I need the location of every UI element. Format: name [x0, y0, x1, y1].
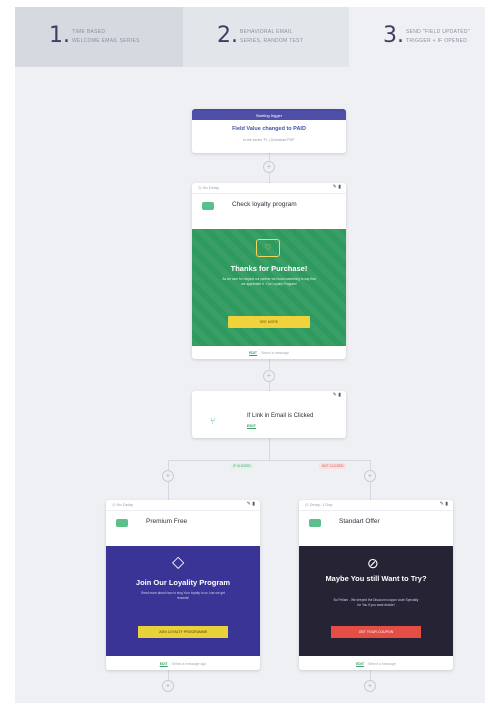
email-icon: [116, 519, 128, 527]
condition-card[interactable]: ✎ ▮ ⑂ If Link in Email is Clicked EDIT: [192, 391, 346, 438]
heart-chat-icon: ♡: [256, 239, 280, 257]
email-header: Premium Free: [106, 510, 260, 536]
email-preview: ◇ Join Our Loyality Program Read more ab…: [106, 546, 260, 656]
card-tools: ✎ ▮: [333, 392, 341, 398]
preview-body: As we care for respect our partner we fo…: [222, 277, 316, 286]
email-card-check-loyalty[interactable]: ◷ No Delay ✎ ▮ Check loyalty program ♡ T…: [192, 183, 346, 359]
starting-trigger-card[interactable]: Starting trigger Field Value changed to …: [192, 109, 346, 153]
step-subtitle: TRIGGER + IF OPENED: [406, 38, 468, 44]
connector-line: [269, 438, 270, 460]
delay-label: ◷ Delay: 1 Day: [305, 502, 333, 507]
preview-button: JOIN LOYALTY PROGRAMME: [138, 626, 228, 638]
trigger-header: Starting trigger: [192, 111, 346, 120]
add-step-button[interactable]: +: [263, 370, 275, 382]
add-step-button[interactable]: +: [162, 680, 174, 692]
step-1[interactable]: 1. TIME BASED WELCOME EMAIL SERIES: [15, 7, 183, 67]
email-preview: ⊘ Maybe You still Want to Try? Bo Pellam…: [299, 546, 453, 656]
email-icon: [309, 519, 321, 527]
branch-no-label: NOT CLICKED: [319, 463, 347, 469]
email-name: Check loyalty program: [232, 201, 297, 208]
step-title: TIME BASED: [72, 29, 106, 35]
edit-icon[interactable]: ✎: [247, 501, 251, 507]
clock-icon: ◷: [112, 502, 116, 507]
edit-link[interactable]: EDIT: [160, 662, 168, 666]
add-step-button[interactable]: +: [364, 470, 376, 482]
email-footer: EDIT Select a message ago: [106, 658, 260, 670]
edit-link[interactable]: EDIT: [247, 423, 256, 428]
split-icon: ⑂: [210, 416, 216, 426]
card-tools: ✎ ▮: [333, 184, 341, 190]
email-icon: [202, 202, 214, 210]
diamond-icon: ◇: [172, 554, 185, 571]
delay-label: ◷ No Delay: [198, 185, 220, 190]
coupon-tag-icon: ⊘: [367, 555, 379, 571]
step-number: 1.: [49, 23, 70, 48]
edit-icon[interactable]: ✎: [333, 184, 337, 190]
edit-link[interactable]: EDIT: [249, 351, 257, 355]
add-step-button[interactable]: +: [263, 161, 275, 173]
add-step-button[interactable]: +: [364, 680, 376, 692]
clock-icon: ◷: [198, 185, 202, 190]
card-tools: ✎ ▮: [440, 501, 448, 507]
edit-link[interactable]: EDIT: [356, 662, 364, 666]
step-number: 2.: [217, 23, 238, 48]
card-tools: ✎ ▮: [247, 501, 255, 507]
branch-line: [168, 460, 370, 461]
add-step-button[interactable]: +: [162, 470, 174, 482]
preview-body: Bo Pellam - We keeped the Discount coupo…: [333, 598, 419, 607]
preview-title: Join Our Loyality Program: [135, 578, 231, 587]
condition-toolbar: ✎ ▮: [192, 391, 346, 401]
email-footer: EDIT Select a message: [192, 347, 346, 359]
email-name: Premium Free: [146, 518, 188, 525]
email-card-standart-offer[interactable]: ◷ Delay: 1 Day ✎ ▮ Standart Offer ⊘ Mayb…: [299, 500, 453, 670]
clock-icon: ◷: [305, 502, 309, 507]
automation-canvas: 1. TIME BASED WELCOME EMAIL SERIES 2. BE…: [15, 7, 485, 703]
step-2[interactable]: 2. BEHAVIORAL EMAIL SERIES, RANDOM TEST: [183, 7, 349, 67]
condition-text: If Link in Email is Clicked: [247, 413, 314, 419]
email-card-premium-free[interactable]: ◷ No Delay ✎ ▮ Premium Free ◇ Join Our L…: [106, 500, 260, 670]
footer-text: Select a message: [261, 351, 289, 355]
preview-title: Thanks for Purchase!: [230, 264, 308, 273]
step-subtitle: WELCOME EMAIL SERIES: [72, 38, 140, 44]
step-number: 3.: [383, 23, 404, 48]
delete-icon[interactable]: ▮: [252, 501, 255, 507]
email-header: Check loyalty program: [192, 193, 346, 219]
email-preview: ♡ Thanks for Purchase! As we care for re…: [192, 229, 346, 346]
edit-icon[interactable]: ✎: [333, 392, 337, 398]
step-3[interactable]: 3. SEND "FIELD UPDATED" TRIGGER + IF OPE…: [349, 7, 485, 67]
step-title: SEND "FIELD UPDATED": [406, 29, 470, 35]
delete-icon[interactable]: ▮: [338, 392, 341, 398]
step-title: BEHAVIORAL EMAIL: [240, 29, 293, 35]
trigger-title: Field Value changed to PAID: [232, 126, 306, 132]
preview-body: Read more about how to sing Your loyalty…: [141, 591, 225, 600]
delete-icon[interactable]: ▮: [338, 184, 341, 190]
preview-button: GET YOUR COUPON: [331, 626, 421, 638]
email-header: Standart Offer: [299, 510, 453, 536]
steps-header: 1. TIME BASED WELCOME EMAIL SERIES 2. BE…: [15, 7, 485, 67]
email-footer: EDIT Select a message: [299, 658, 453, 670]
trigger-subtitle: In the series 'F1 | Download PDF': [243, 138, 295, 142]
email-name: Standart Offer: [339, 518, 380, 525]
branch-yes-label: IF CLICKED: [230, 463, 254, 469]
edit-icon[interactable]: ✎: [440, 501, 444, 507]
footer-text: Select a message: [368, 662, 396, 666]
preview-button: SEE MORE: [228, 316, 310, 328]
preview-title: Maybe You still Want to Try?: [325, 574, 427, 583]
footer-text: Select a message ago: [171, 662, 207, 666]
delay-label: ◷ No Delay: [112, 502, 134, 507]
delete-icon[interactable]: ▮: [445, 501, 448, 507]
step-subtitle: SERIES, RANDOM TEST: [240, 38, 304, 44]
